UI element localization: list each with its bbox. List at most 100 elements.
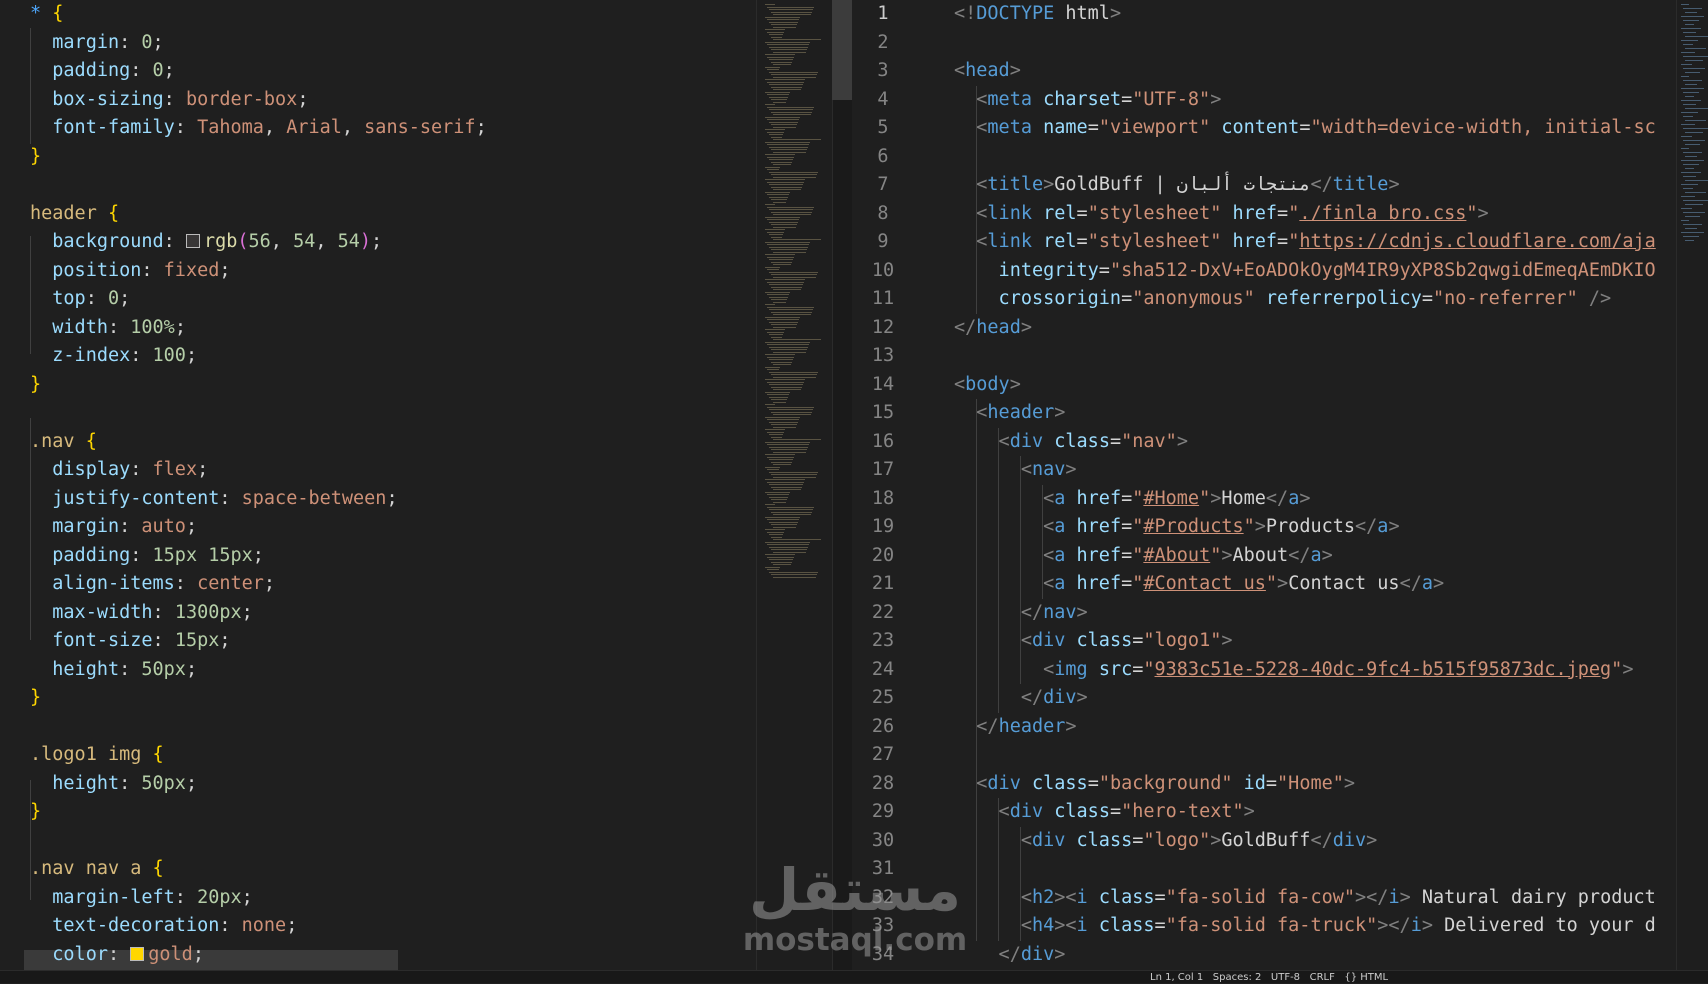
code-token: rel bbox=[1043, 202, 1077, 224]
html-code-line[interactable]: <head> bbox=[954, 57, 1021, 86]
code-token: html bbox=[1054, 3, 1110, 24]
css-code-line[interactable]: align-items: center; bbox=[30, 570, 275, 599]
minimap-line bbox=[771, 374, 817, 375]
html-minimap[interactable] bbox=[1676, 0, 1708, 970]
code-token: </ bbox=[1310, 829, 1333, 851]
code-token: = bbox=[1121, 573, 1133, 594]
css-code-line[interactable]: position: fixed; bbox=[30, 257, 230, 286]
html-code-line[interactable]: <link rel="stylesheet" href="https://cdn… bbox=[954, 228, 1655, 257]
color-swatch[interactable] bbox=[130, 946, 145, 961]
css-code-line[interactable]: font-size: 15px; bbox=[30, 627, 230, 656]
line-number: 27 bbox=[871, 744, 895, 765]
css-code-line[interactable]: } bbox=[30, 798, 41, 827]
html-code-line[interactable]: <h4><i class="fa-solid fa-truck"></i> De… bbox=[954, 912, 1656, 941]
css-code-line[interactable]: background: rgb(56, 54, 54); bbox=[30, 228, 382, 257]
minimap-line bbox=[767, 231, 784, 233]
css-code-line[interactable]: padding: 0; bbox=[30, 57, 175, 86]
html-code-line[interactable]: <a href="#Products">Products</a> bbox=[954, 513, 1399, 542]
html-code-line[interactable]: <header> bbox=[954, 399, 1065, 428]
css-code-line[interactable]: z-index: 100; bbox=[30, 342, 197, 371]
minimap-line bbox=[773, 439, 821, 440]
code-token: href bbox=[1076, 487, 1122, 509]
html-code-line[interactable]: </head> bbox=[954, 314, 1032, 343]
css-code-line[interactable]: * { bbox=[30, 0, 63, 29]
css-code-line[interactable]: margin-left: 20px; bbox=[30, 884, 253, 913]
minimap-line bbox=[771, 261, 792, 263]
html-code-line[interactable]: </div> bbox=[954, 941, 1066, 970]
css-code-line[interactable]: .nav nav a { bbox=[30, 855, 164, 884]
css-minimap[interactable] bbox=[756, 0, 833, 970]
code-token: > bbox=[1221, 630, 1233, 651]
html-code-line[interactable]: <nav> bbox=[954, 456, 1077, 485]
css-code-line[interactable]: margin: 0; bbox=[30, 29, 163, 58]
css-code-line[interactable]: header { bbox=[30, 200, 119, 229]
line-number: 23 bbox=[871, 630, 895, 651]
html-code-line[interactable]: <title>GoldBuff | منتجات ألبان</title> bbox=[954, 171, 1399, 200]
css-code-line[interactable]: } bbox=[30, 684, 41, 713]
html-code-line[interactable]: <a href="#About">About</a> bbox=[954, 542, 1333, 571]
html-code-line[interactable]: <body> bbox=[954, 371, 1021, 400]
html-code-line[interactable]: <meta name="viewport" content="width=dev… bbox=[954, 114, 1655, 143]
minimap-line bbox=[1683, 212, 1705, 213]
code-token: div bbox=[1020, 943, 1055, 965]
minimap-line bbox=[769, 146, 808, 148]
minimap-line bbox=[765, 354, 795, 355]
html-code-line[interactable]: <div class="nav"> bbox=[954, 428, 1188, 457]
html-code-line[interactable]: <a href="#Contact us">Contact us</a> bbox=[954, 570, 1444, 599]
minimap-line bbox=[1683, 20, 1699, 21]
css-code-line[interactable]: width: 100%; bbox=[30, 314, 186, 343]
html-code-line[interactable]: <div class="logo1"> bbox=[954, 627, 1233, 656]
minimap-line bbox=[765, 4, 775, 5]
html-code-line[interactable]: <link rel="stylesheet" href="./finla bro… bbox=[954, 200, 1488, 229]
css-code-line[interactable]: max-width: 1300px; bbox=[30, 599, 253, 628]
minimap-line bbox=[769, 546, 808, 548]
css-code-line[interactable]: } bbox=[30, 143, 41, 172]
code-token: ; bbox=[185, 516, 198, 537]
html-code-line[interactable]: <div class="hero-text"> bbox=[954, 798, 1255, 827]
code-token: </ bbox=[1310, 174, 1333, 195]
css-scrollbar-thumb[interactable] bbox=[832, 0, 852, 100]
code-token: z-index bbox=[30, 345, 131, 366]
css-code-line[interactable]: justify-content: space-between; bbox=[30, 485, 397, 514]
html-code-line[interactable]: crossorigin="anonymous" referrerpolicy="… bbox=[954, 285, 1612, 314]
code-token: 15px bbox=[174, 630, 220, 651]
minimap-line bbox=[767, 319, 799, 320]
code-token: : bbox=[130, 459, 153, 480]
html-code-line[interactable]: integrity="sha512-DxV+EoADOkOygM4IR9yXP8… bbox=[954, 257, 1656, 286]
html-editor[interactable]: 1 2 3 4 5 6 7 8 9 10 11 12 13 14 15 16 17 18 19 20 21 22 23 24 2… bbox=[852, 0, 1676, 970]
color-swatch[interactable] bbox=[185, 234, 200, 248]
css-code-line[interactable]: padding: 15px 15px; bbox=[30, 542, 264, 571]
css-code-line[interactable]: } bbox=[30, 371, 41, 400]
html-code-line[interactable]: <a href="#Home">Home</a> bbox=[954, 485, 1310, 514]
css-scrollbar[interactable] bbox=[832, 0, 853, 970]
css-code-line[interactable]: top: 0; bbox=[30, 285, 130, 314]
css-code-line[interactable]: height: 50px; bbox=[30, 770, 197, 799]
minimap-line bbox=[773, 276, 816, 278]
css-code-line[interactable]: .nav { bbox=[30, 428, 97, 457]
html-code-line[interactable]: <img src="9383c51e-5228-40dc-9fc4-b515f9… bbox=[954, 656, 1633, 685]
html-code-line[interactable]: </header> bbox=[954, 713, 1076, 742]
html-code-line[interactable]: <meta charset="UTF-8"> bbox=[954, 86, 1221, 115]
css-code-line[interactable]: color: gold; bbox=[30, 941, 204, 970]
css-code-line[interactable]: margin: auto; bbox=[30, 513, 197, 542]
css-code-line[interactable]: height: 50px; bbox=[30, 656, 197, 685]
css-code-line[interactable]: box-sizing: border-box; bbox=[30, 86, 308, 115]
minimap-line bbox=[1683, 128, 1708, 129]
minimap-line bbox=[773, 526, 796, 528]
html-code-line[interactable]: <div class="logo">GoldBuff</div> bbox=[954, 827, 1377, 856]
code-token: </ bbox=[1288, 544, 1311, 566]
css-code-line[interactable]: .logo1 img { bbox=[30, 741, 164, 770]
line-number: 16 bbox=[871, 430, 895, 452]
css-code-line[interactable]: text-decoration: none; bbox=[30, 912, 297, 941]
css-code-line[interactable]: display: flex; bbox=[30, 456, 208, 485]
css-code-line[interactable]: font-family: Tahoma, Arial, sans-serif; bbox=[30, 114, 486, 143]
code-token: < bbox=[954, 430, 1010, 452]
minimap-line bbox=[767, 6, 814, 8]
html-code-line[interactable]: </div> bbox=[954, 684, 1088, 713]
html-code-line[interactable]: <h2><i class="fa-solid fa-cow"></i> Natu… bbox=[954, 884, 1656, 913]
css-editor[interactable]: * { margin: 0; padding: 0; box-sizing: b… bbox=[0, 0, 756, 970]
code-token: </ bbox=[954, 316, 977, 338]
html-code-line[interactable]: </nav> bbox=[954, 599, 1088, 628]
html-code-line[interactable]: <div class="background" id="Home"> bbox=[954, 770, 1355, 799]
html-code-line[interactable]: <!DOCTYPE html> bbox=[954, 0, 1121, 29]
